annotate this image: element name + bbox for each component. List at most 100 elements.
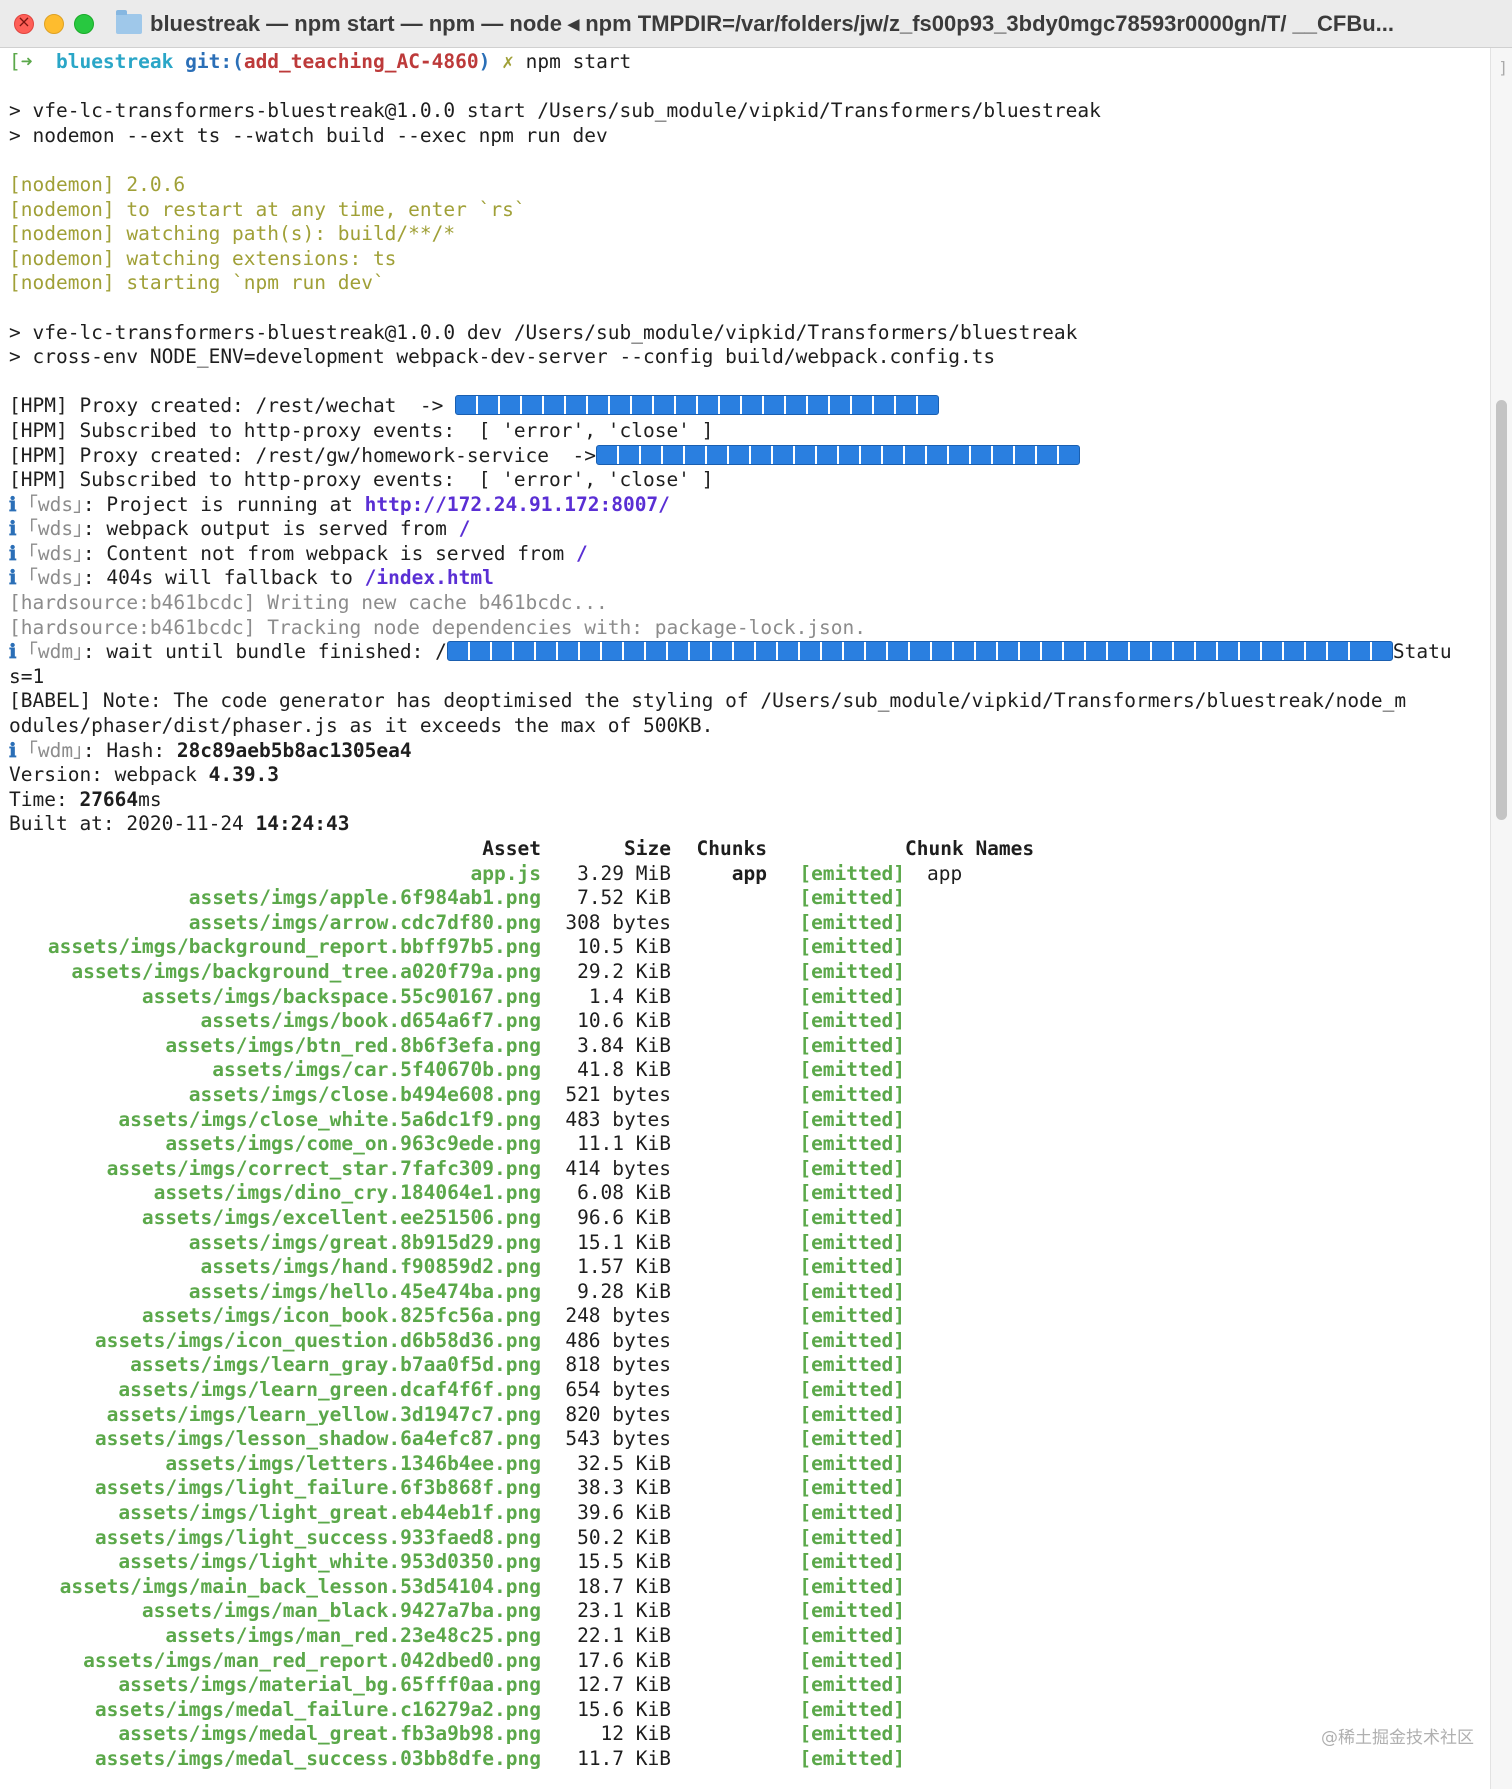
asset-name: assets/imgs/medal_failure.c16279a2.png	[94, 1697, 541, 1721]
asset-name: assets/imgs/close_white.5a6dc1f9.png	[118, 1107, 541, 1131]
asset-size: 50.2 KiB	[577, 1525, 671, 1549]
asset-status: [emitted]	[799, 1132, 905, 1156]
asset-name: assets/imgs/icon_question.d6b58d36.png	[94, 1328, 541, 1352]
asset-row: assets/imgs/background_report.bbff97b5.p…	[9, 935, 1490, 960]
asset-name: assets/imgs/btn_red.8b6f3efa.png	[165, 1033, 541, 1057]
asset-status: [emitted]	[799, 1476, 905, 1500]
zoom-window-button[interactable]	[74, 13, 94, 34]
prompt-line: [➜ bluestreak git:(add_teaching_AC-4860)…	[9, 50, 1490, 75]
replacement-glyphs	[455, 395, 940, 416]
asset-name: assets/imgs/main_back_lesson.53d54104.pn…	[59, 1574, 541, 1598]
asset-row: assets/imgs/correct_star.7fafc309.png 414…	[9, 1157, 1490, 1182]
asset-name: assets/imgs/learn_gray.b7aa0f5d.png	[130, 1353, 541, 1377]
terminal-output[interactable]: [➜ bluestreak git:(add_teaching_AC-4860)…	[0, 48, 1490, 1789]
asset-chunks: app	[731, 861, 767, 885]
asset-chunk-names: app	[927, 861, 963, 885]
asset-status: [emitted]	[799, 886, 905, 910]
asset-row: assets/imgs/letters.1346b4ee.png 32.5 KiB…	[9, 1452, 1490, 1477]
asset-row: assets/imgs/medal_great.fb3a9b98.png 12 K…	[9, 1722, 1490, 1747]
nodemon-line: [nodemon] to restart at any time, enter …	[9, 197, 526, 221]
babel-line: odules/phaser/dist/phaser.js as it excee…	[9, 714, 714, 738]
asset-row: assets/imgs/btn_red.8b6f3efa.png 3.84 KiB…	[9, 1034, 1490, 1059]
asset-name: assets/imgs/light_great.eb44eb1f.png	[118, 1501, 541, 1525]
asset-name: assets/imgs/man_black.9427a7ba.png	[141, 1599, 541, 1623]
asset-status: [emitted]	[799, 1648, 905, 1672]
info-icon: ℹ	[9, 517, 17, 541]
asset-status: [emitted]	[799, 910, 905, 934]
asset-row: assets/imgs/dino_cry.184064e1.png 6.08 Ki…	[9, 1181, 1490, 1206]
scrollbar-thumb[interactable]	[1496, 400, 1507, 820]
asset-status: [emitted]	[799, 1697, 905, 1721]
asset-row: assets/imgs/man_red_report.042dbed0.png 1…	[9, 1649, 1490, 1674]
asset-name: assets/imgs/icon_book.825fc56a.png	[141, 1304, 541, 1328]
asset-row: assets/imgs/main_back_lesson.53d54104.pn…	[9, 1575, 1490, 1600]
wds-line: ℹ ｢wds｣: webpack output is served from /	[9, 517, 471, 541]
asset-status: [emitted]	[799, 935, 905, 959]
nodemon-line: [nodemon] starting `npm run dev`	[9, 271, 385, 295]
built-line: Built at: 2020-11-24 14:24:43	[9, 812, 350, 836]
asset-size: 15.6 KiB	[577, 1697, 671, 1721]
scrollbar[interactable]	[1490, 48, 1512, 1789]
terminal-window: bluestreak — npm start — npm — node ◂ np…	[0, 0, 1512, 1789]
asset-status: [emitted]	[799, 1107, 905, 1131]
asset-name: assets/imgs/light_success.933faed8.png	[94, 1525, 541, 1549]
asset-size: 18.7 KiB	[577, 1574, 671, 1598]
asset-row: assets/imgs/learn_yellow.3d1947c7.png 820…	[9, 1403, 1490, 1428]
asset-row: assets/imgs/hello.45e474ba.png 9.28 KiB [e…	[9, 1280, 1490, 1305]
asset-status: [emitted]	[799, 1304, 905, 1328]
asset-size: 12.7 KiB	[577, 1673, 671, 1697]
minimize-window-button[interactable]	[44, 13, 64, 34]
hash-line: ℹ ｢wdm｣: Hash: 28c89aeb5b8ac1305ea4	[9, 738, 412, 762]
wds-line: ℹ ｢wds｣: Content not from webpack is ser…	[9, 541, 588, 565]
asset-size: 486 bytes	[565, 1328, 671, 1352]
asset-name: assets/imgs/great.8b915d29.png	[188, 1230, 541, 1254]
table-header: Asset Size Chunks Chunk Names	[9, 837, 1490, 862]
asset-status: [emitted]	[799, 1746, 905, 1770]
prompt-directory: bluestreak	[55, 50, 174, 73]
asset-status: [emitted]	[799, 1009, 905, 1033]
asset-name: assets/imgs/light_failure.6f3b868f.png	[94, 1476, 541, 1500]
asset-status: [emitted]	[799, 1205, 905, 1229]
dirty-mark: ✗	[502, 50, 514, 73]
asset-row: assets/imgs/close_white.5a6dc1f9.png 483 …	[9, 1108, 1490, 1133]
asset-name: assets/imgs/book.d654a6f7.png	[200, 1009, 541, 1033]
asset-name: assets/imgs/medal_success.03bb8dfe.png	[94, 1746, 541, 1770]
asset-row: assets/imgs/background_tree.a020f79a.png…	[9, 960, 1490, 985]
nodemon-line: [nodemon] watching path(s): build/**/*	[9, 222, 456, 246]
asset-name: assets/imgs/background_tree.a020f79a.png	[71, 959, 541, 983]
asset-size: 32.5 KiB	[577, 1451, 671, 1475]
asset-row: assets/imgs/arrow.cdc7df80.png 308 bytes […	[9, 911, 1490, 936]
hpm-line: [HPM] Subscribed to http-proxy events: […	[9, 418, 714, 442]
asset-name: app.js	[470, 861, 541, 885]
asset-status: [emitted]	[799, 1181, 905, 1205]
asset-status: [emitted]	[799, 1082, 905, 1106]
asset-status: [emitted]	[799, 1501, 905, 1525]
asset-size: 543 bytes	[565, 1427, 671, 1451]
nodemon-line: [nodemon] watching extensions: ts	[9, 246, 397, 270]
asset-row: assets/imgs/hand.f90859d2.png 1.57 KiB [em…	[9, 1255, 1490, 1280]
asset-size: 22.1 KiB	[577, 1624, 671, 1647]
asset-size: 483 bytes	[565, 1107, 671, 1131]
log-line: > cross-env NODE_ENV=development webpack…	[9, 345, 996, 369]
asset-status: [emitted]	[799, 1673, 905, 1697]
asset-row: assets/imgs/light_failure.6f3b868f.png 38…	[9, 1476, 1490, 1501]
asset-name: assets/imgs/backspace.55c90167.png	[141, 984, 541, 1008]
asset-size: 654 bytes	[565, 1378, 671, 1402]
log-line: > vfe-lc-transformers-bluestreak@1.0.0 s…	[9, 99, 1101, 123]
asset-row: app.js 3.29 MiB app [emitted] app	[9, 862, 1490, 887]
asset-row: assets/imgs/lesson_shadow.6a4efc87.png 54…	[9, 1427, 1490, 1452]
asset-name: assets/imgs/medal_great.fb3a9b98.png	[118, 1722, 541, 1746]
asset-size: 23.1 KiB	[577, 1599, 671, 1623]
asset-row: assets/imgs/learn_green.dcaf4f6f.png 654 …	[9, 1378, 1490, 1403]
info-icon: ℹ	[9, 492, 17, 516]
asset-row: assets/imgs/backspace.55c90167.png 1.4 Ki…	[9, 985, 1490, 1010]
wds-line: ℹ ｢wds｣: 404s will fallback to /index.ht…	[9, 566, 494, 590]
info-icon: ℹ	[9, 541, 17, 565]
asset-status: [emitted]	[799, 1427, 905, 1451]
asset-status: [emitted]	[799, 861, 905, 885]
dev-server-url-link[interactable]: http://172.24.91.172:8007/	[365, 493, 670, 516]
close-window-button[interactable]	[14, 12, 34, 34]
asset-status: [emitted]	[799, 1402, 905, 1426]
